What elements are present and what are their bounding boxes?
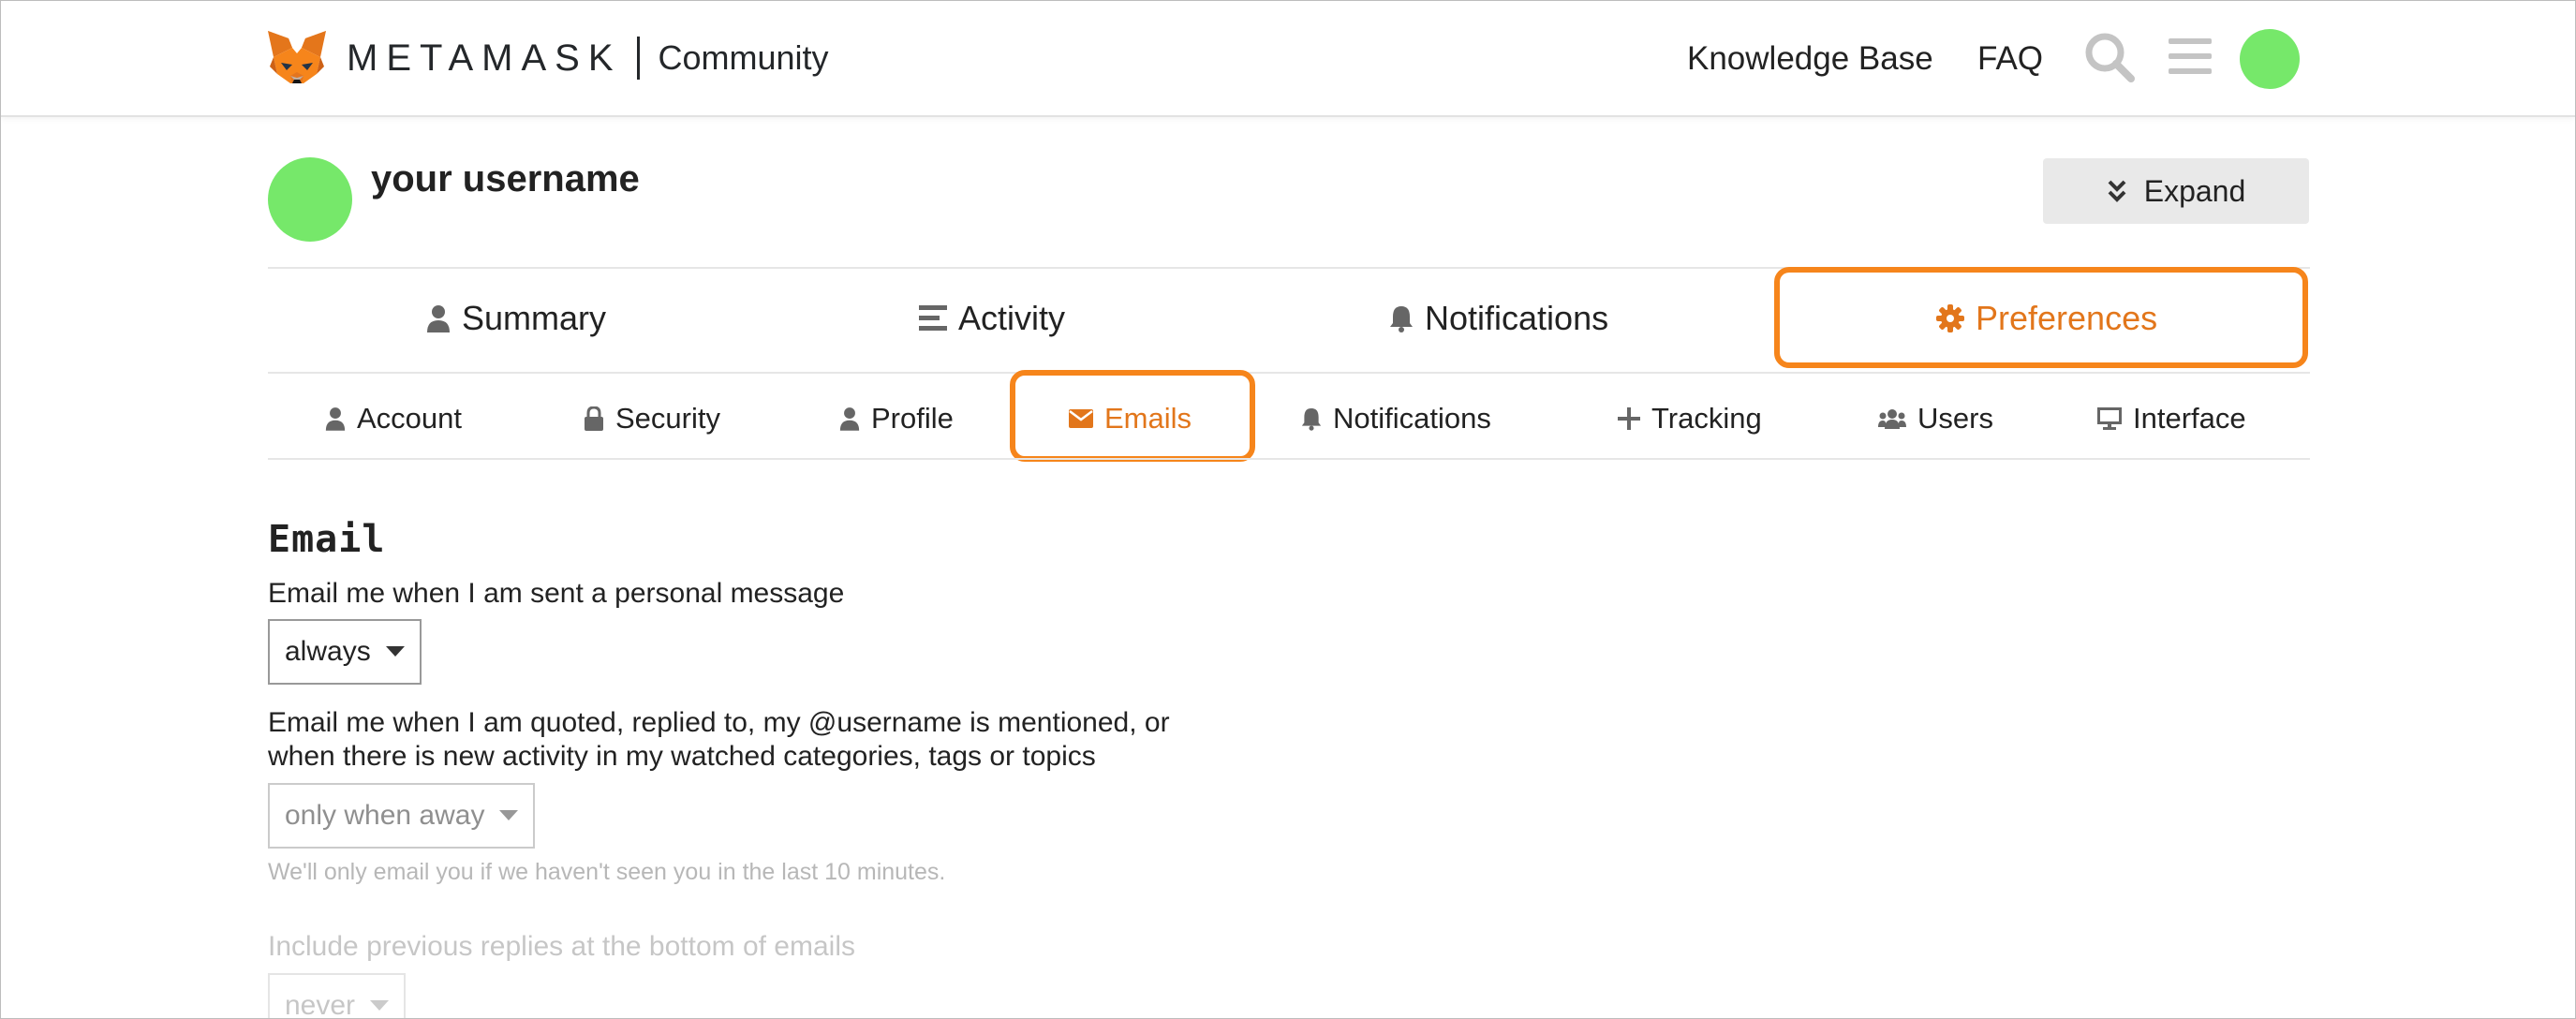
hamburger-menu-icon[interactable] bbox=[2169, 38, 2212, 74]
quoted-label-line2: when there is new activity in my watched… bbox=[268, 741, 1096, 772]
previous-replies-value: never bbox=[285, 990, 356, 1019]
previous-replies-select[interactable]: never bbox=[268, 973, 407, 1019]
brand-separator bbox=[636, 37, 640, 80]
users-icon bbox=[1878, 409, 1906, 429]
subtab-profile-label: Profile bbox=[871, 402, 954, 435]
subtab-users[interactable]: Users bbox=[1878, 402, 1993, 436]
subtab-tracking-label: Tracking bbox=[1651, 402, 1762, 435]
caret-down-icon bbox=[499, 810, 519, 820]
lock-icon bbox=[585, 406, 603, 431]
section-title: Email bbox=[268, 518, 386, 561]
header-user-avatar[interactable] bbox=[2240, 29, 2300, 89]
nav-divider-middle bbox=[268, 372, 2310, 374]
site-header: METAMASK Community Knowledge Base FAQ bbox=[1, 1, 2575, 117]
quoted-select[interactable]: only when away bbox=[268, 783, 536, 849]
tab-summary[interactable]: Summary bbox=[426, 299, 606, 338]
subtab-users-label: Users bbox=[1917, 402, 1993, 435]
quoted-label-line1: Email me when I am quoted, replied to, m… bbox=[268, 707, 1170, 738]
subtab-security-label: Security bbox=[615, 402, 720, 435]
monitor-icon bbox=[2097, 407, 2122, 430]
user-icon bbox=[427, 305, 450, 332]
brand-community: Community bbox=[658, 38, 829, 77]
user-avatar bbox=[268, 157, 352, 242]
subtab-interface[interactable]: Interface bbox=[2097, 402, 2246, 436]
tab-summary-label: Summary bbox=[462, 299, 607, 337]
bell-icon bbox=[1390, 306, 1413, 332]
fox-logo-icon bbox=[268, 31, 326, 83]
subtab-notifications[interactable]: Notifications bbox=[1301, 402, 1491, 436]
brand-wordmark: METAMASK bbox=[347, 37, 622, 79]
emails-highlight bbox=[1010, 370, 1255, 462]
tab-notifications[interactable]: Notifications bbox=[1389, 299, 1608, 338]
subtab-notifications-label: Notifications bbox=[1333, 402, 1491, 435]
caret-down-icon bbox=[370, 1000, 390, 1011]
user-icon bbox=[325, 407, 346, 431]
tab-notifications-label: Notifications bbox=[1425, 299, 1609, 337]
knowledge-base-link[interactable]: Knowledge Base bbox=[1687, 40, 1933, 78]
personal-message-select[interactable]: always bbox=[268, 619, 422, 685]
tab-activity-label: Activity bbox=[958, 299, 1066, 337]
quoted-value: only when away bbox=[285, 800, 485, 831]
previous-replies-label: Include previous replies at the bottom o… bbox=[268, 931, 855, 962]
browser-frame: METAMASK Community Knowledge Base FAQ yo… bbox=[0, 0, 2576, 1019]
metamask-logo[interactable]: METAMASK Community bbox=[266, 29, 829, 87]
subtab-profile[interactable]: Profile bbox=[839, 402, 954, 436]
bell-icon bbox=[1301, 408, 1322, 431]
subtab-account[interactable]: Account bbox=[325, 402, 462, 436]
subtab-security[interactable]: Security bbox=[584, 402, 720, 436]
expand-label: Expand bbox=[2143, 173, 2246, 208]
expand-button[interactable]: Expand bbox=[2043, 158, 2309, 224]
user-name: your username bbox=[371, 158, 640, 199]
preferences-highlight bbox=[1774, 267, 2308, 368]
subtab-interface-label: Interface bbox=[2133, 402, 2246, 435]
nav-divider-bottom bbox=[268, 458, 2310, 460]
quoted-hint: We'll only email you if we haven't seen … bbox=[268, 859, 946, 885]
personal-message-value: always bbox=[285, 636, 371, 667]
plus-icon bbox=[1618, 407, 1640, 430]
subtab-account-label: Account bbox=[357, 402, 463, 435]
list-icon bbox=[919, 305, 947, 331]
subtab-tracking[interactable]: Tracking bbox=[1618, 402, 1762, 436]
user-icon bbox=[839, 407, 860, 431]
tab-activity[interactable]: Activity bbox=[919, 299, 1065, 338]
double-chevron-down-icon bbox=[2108, 180, 2126, 202]
faq-link[interactable]: FAQ bbox=[1977, 40, 2043, 78]
caret-down-icon bbox=[385, 646, 405, 657]
personal-message-label: Email me when I am sent a personal messa… bbox=[268, 578, 845, 609]
search-icon[interactable] bbox=[2083, 31, 2136, 83]
